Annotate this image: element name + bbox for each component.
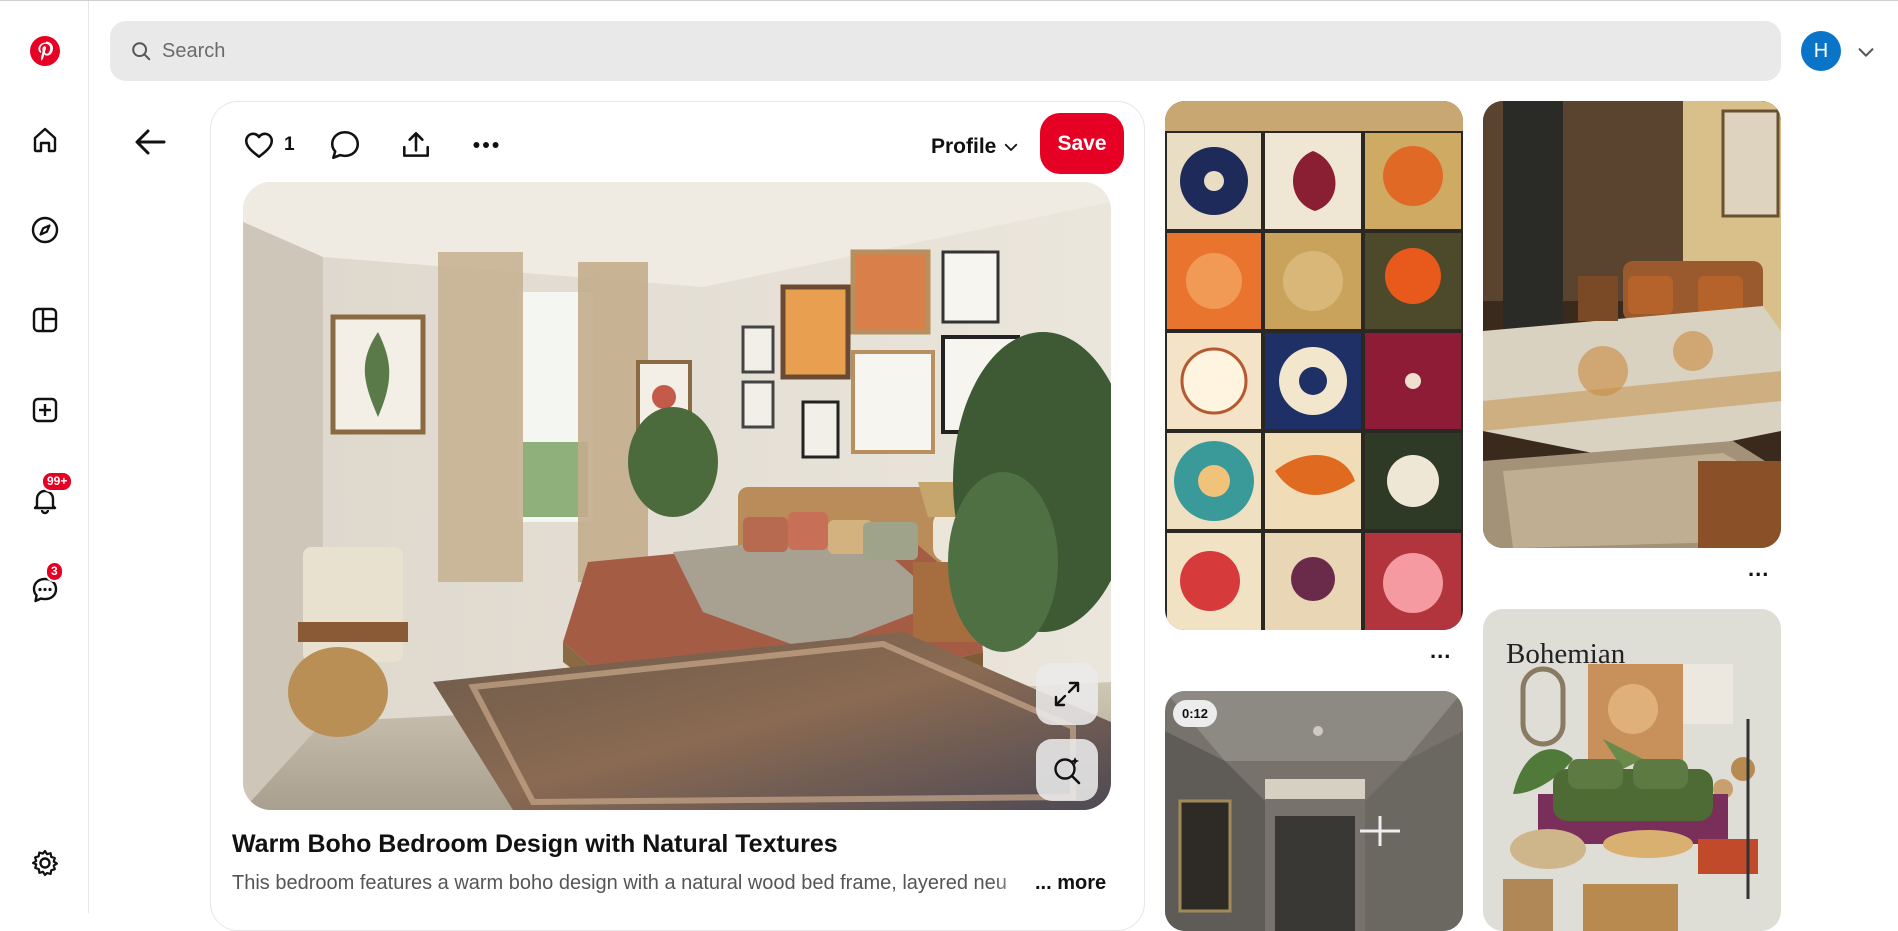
search-input[interactable] [162,39,1662,63]
plus-square-icon [32,397,58,423]
share-button[interactable] [399,122,433,168]
home-icon [33,127,57,153]
sidebar: 99+ 3 [0,1,89,913]
search-icon [132,42,151,61]
hallway-video-pin[interactable] [1165,691,1463,931]
like-button[interactable]: 1 [242,122,295,168]
more-options-button[interactable] [469,122,503,168]
pin-description: This bedroom features a warm boho design… [232,872,1007,894]
hallway-image [1165,691,1463,931]
messages-badge: 3 [45,561,64,582]
floral-tiles-image [1165,101,1463,630]
sidebar-item-messages[interactable]: 3 [23,561,67,612]
chevron-down-icon [1005,143,1018,151]
bedroom-pin[interactable] [1483,101,1781,548]
visual-search-icon [1054,757,1081,785]
expand-image-button[interactable] [1036,663,1098,725]
comment-button[interactable] [328,122,362,168]
bedroom-image [1483,101,1781,548]
back-arrow-icon[interactable] [128,120,172,164]
chevron-down-icon[interactable] [1855,41,1877,63]
compass-icon [31,216,59,244]
board-dropdown[interactable]: Profile [931,132,1020,162]
sidebar-item-create[interactable] [23,388,67,432]
video-duration-badge: 0:12 [1173,700,1218,727]
search-bar[interactable] [110,21,1781,81]
tile-grid [1165,101,1463,630]
sidebar-item-notifications[interactable]: 99+ [23,471,74,522]
sidebar-item-settings[interactable] [23,841,67,885]
share-icon [403,132,429,157]
ellipsis-icon [473,142,499,148]
heart-icon [244,132,274,158]
pin-more-options[interactable]: ... [1430,638,1451,664]
comment-icon [330,130,360,160]
window-top-border [0,0,1898,1]
like-count: 1 [284,134,295,155]
moodboard-title: Bohemian [1506,638,1626,670]
gear-icon [31,849,58,877]
pinterest-logo-icon [30,36,60,66]
floral-tiles-pin[interactable] [1165,101,1463,630]
sidebar-item-home[interactable] [23,118,67,162]
pin-action-bar: 1 Profile Save [211,102,1144,190]
pin-more-options[interactable]: ... [1748,556,1769,582]
boards-icon [32,307,58,333]
sidebar-item-explore[interactable] [23,208,67,252]
pinterest-logo[interactable] [23,29,67,73]
sidebar-item-boards[interactable] [23,298,67,342]
pin-closeup: 1 Profile Save Warm Boho Bedroom Design … [210,101,1145,931]
visual-search-button[interactable] [1036,739,1098,801]
pin-title: Warm Boho Bedroom Design with Natural Te… [232,830,838,858]
more-link[interactable]: ... more [1035,872,1106,895]
notifications-badge: 99+ [41,471,74,492]
expand-icon [1054,681,1080,707]
pin-image[interactable] [243,182,1111,810]
board-dropdown-label: Profile [931,135,997,158]
avatar[interactable]: H [1801,31,1841,71]
bedroom-illustration [243,182,1111,810]
save-button[interactable]: Save [1040,113,1124,174]
